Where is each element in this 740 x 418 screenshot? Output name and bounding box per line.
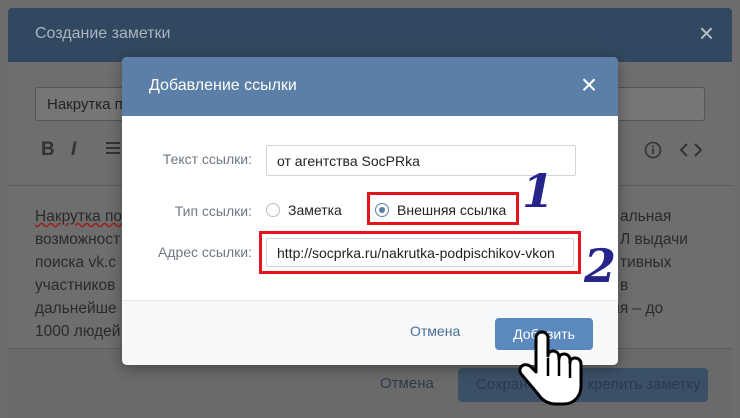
background-editor-title: Создание заметки (35, 25, 171, 42)
link-address-label: Адрес ссылки: (157, 244, 252, 260)
radio-note-label[interactable]: Заметка (288, 202, 342, 218)
background-editor-header: Создание заметки × (8, 8, 732, 62)
annotation-marker-1: 1 (522, 164, 555, 218)
link-address-input[interactable] (266, 238, 574, 267)
close-icon[interactable]: × (576, 71, 602, 99)
link-text-label: Текст ссылки: (162, 151, 252, 167)
save-label-right: крепить заметку (587, 376, 701, 393)
body-line: 1000 людей (35, 323, 121, 340)
list-icon (106, 140, 120, 160)
body-line: участников (35, 277, 116, 294)
hand-pointer-icon (518, 330, 583, 406)
body-line: в (620, 277, 629, 294)
code-icon (679, 142, 703, 163)
dialog-header: Добавление ссылки × (122, 57, 618, 116)
dialog-title: Добавление ссылки (149, 77, 297, 94)
body-line: дальнейше (35, 300, 117, 317)
body-line: Накрутка по (35, 208, 122, 225)
close-icon: × (698, 18, 714, 48)
body-line: Л выдачи (620, 231, 688, 248)
note-body-left: Накрутка по возможност поиска vk.c участ… (35, 205, 122, 343)
radio-external-link-label[interactable]: Внешняя ссылка (397, 202, 506, 218)
note-body-right: альная Л выдачи тивных в ения – до (594, 205, 688, 320)
link-type-label: Тип ссылки: (174, 203, 252, 219)
cancel-button[interactable]: Отмена (410, 323, 460, 339)
body-line: тивных (620, 254, 672, 271)
bold-icon: B (41, 139, 55, 160)
radio-external-link[interactable] (375, 203, 389, 217)
info-icon (644, 141, 662, 164)
annotation-marker-2: 2 (584, 239, 617, 293)
background-cancel-button: Отмена (380, 375, 434, 392)
body-line: альная (620, 208, 672, 225)
body-line: поиска vk.c (35, 254, 117, 271)
body-line: возможност (35, 231, 121, 248)
italic-icon: I (71, 139, 77, 160)
radio-note[interactable] (266, 203, 280, 217)
note-title-value: Накрутка п (47, 96, 123, 113)
